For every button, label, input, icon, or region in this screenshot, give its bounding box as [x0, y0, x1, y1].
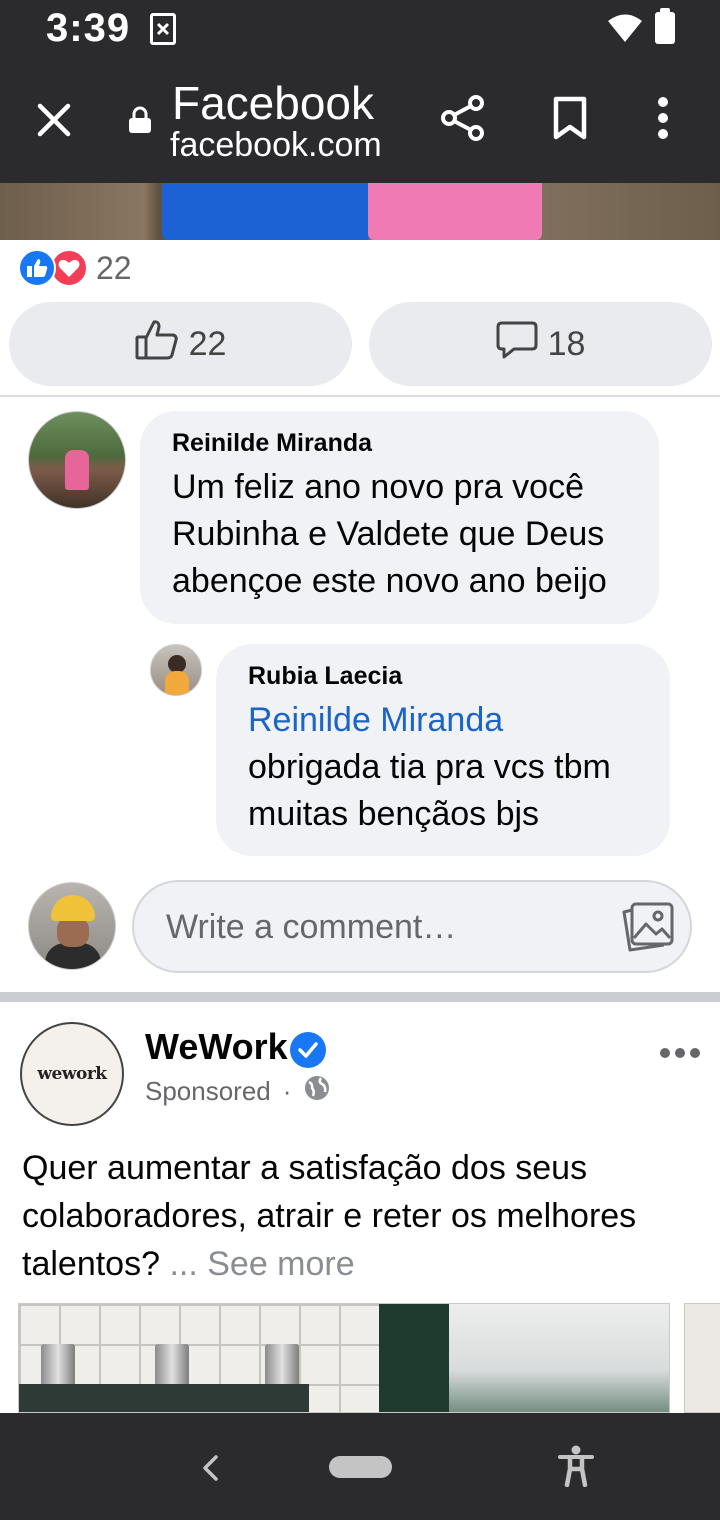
comment-author[interactable]: Reinilde Miranda [172, 429, 629, 458]
avatar-body [45, 943, 101, 969]
comment-text-line: Um feliz ano novo pra você [172, 468, 584, 506]
wifi-icon [608, 14, 642, 47]
photo-blue-garment [162, 183, 372, 240]
post-meta: Sponsored · [145, 1074, 331, 1109]
close-icon[interactable] [34, 100, 74, 140]
comment-author[interactable]: Rubia Laecia [248, 662, 640, 691]
meta-separator: · [282, 1076, 292, 1106]
page-title[interactable]: Facebook [172, 76, 374, 130]
ad-image-cabinet [379, 1304, 449, 1412]
avatar-figure [65, 450, 89, 490]
post-options-icon[interactable] [660, 1048, 700, 1058]
comment-placeholder: Write a comment… [166, 908, 457, 946]
page-url[interactable]: facebook.com [170, 126, 382, 165]
comment-count: 18 [547, 324, 586, 363]
photo-attach-icon[interactable] [620, 900, 676, 959]
ad-image[interactable] [18, 1303, 670, 1413]
ad-image-canister [265, 1344, 299, 1388]
feed-divider [0, 992, 720, 1002]
comment-text-line: abençoe este novo ano beijo [172, 562, 607, 600]
status-time: 3:39 [46, 6, 131, 50]
divider [0, 395, 720, 397]
photo-pink-garment [368, 183, 542, 240]
like-count: 22 [188, 324, 227, 363]
back-icon[interactable] [198, 1453, 222, 1488]
globe-icon [303, 1074, 331, 1109]
comment-text: Um feliz ano novo pra você Rubinha e Val… [172, 464, 629, 605]
comment-bubble[interactable]: Reinilde Miranda Um feliz ano novo pra v… [140, 411, 659, 624]
comment-text: Reinilde Miranda obrigada tia pra vcs tb… [248, 697, 640, 838]
ad-image-window [449, 1304, 669, 1412]
avatar[interactable] [150, 644, 202, 696]
like-reaction-icon [18, 249, 56, 287]
like-button[interactable]: 22 [9, 302, 352, 386]
current-user-avatar[interactable] [28, 882, 116, 970]
more-vert-icon[interactable] [656, 96, 670, 145]
share-icon[interactable] [440, 94, 486, 147]
avatar-hat [51, 895, 95, 921]
see-more-link[interactable]: See more [207, 1245, 354, 1283]
ad-image-canister [41, 1344, 75, 1388]
comment-icon [496, 320, 538, 369]
reaction-count: 22 [96, 249, 132, 286]
avatar[interactable] [28, 411, 126, 509]
lock-icon [128, 106, 152, 134]
avatar-figure [165, 671, 189, 695]
sponsored-label[interactable]: Sponsored [145, 1076, 271, 1107]
post-ellipsis: ... [160, 1245, 208, 1283]
status-bar: 3:39 [0, 0, 720, 60]
mention-link[interactable]: Reinilde Miranda [248, 697, 640, 744]
comment-text-line: obrigada tia pra vcs tbm [248, 748, 611, 786]
home-pill[interactable] [329, 1456, 392, 1478]
advertiser-name[interactable]: WeWork [145, 1026, 288, 1068]
reactions-summary[interactable]: 22 [18, 248, 132, 288]
accessibility-icon[interactable] [556, 1445, 596, 1492]
comment-input[interactable]: Write a comment… [132, 880, 692, 973]
bookmark-icon[interactable] [552, 96, 588, 145]
post-photo[interactable] [0, 183, 720, 240]
advertiser-logo[interactable]: wework [20, 1022, 124, 1126]
verified-badge-icon [290, 1032, 326, 1068]
browser-toolbar: Facebook facebook.com [0, 60, 720, 183]
avatar-face [57, 917, 89, 947]
comment-text-line: muitas bençãos bjs [248, 795, 540, 833]
notification-icon [150, 13, 176, 45]
ad-image-next[interactable] [684, 1303, 720, 1413]
thumbs-up-icon [135, 319, 179, 370]
comment-button[interactable]: 18 [369, 302, 712, 386]
ad-image-canister [155, 1344, 189, 1388]
system-navigation-bar [0, 1413, 720, 1520]
ad-image-shelf [19, 1384, 309, 1412]
post-text: Quer aumentar a satisfação dos seus cola… [22, 1144, 702, 1288]
battery-icon [655, 8, 675, 44]
reply-bubble[interactable]: Rubia Laecia Reinilde Miranda obrigada t… [216, 644, 670, 856]
comment-text-line: Rubinha e Valdete que Deus [172, 515, 605, 553]
